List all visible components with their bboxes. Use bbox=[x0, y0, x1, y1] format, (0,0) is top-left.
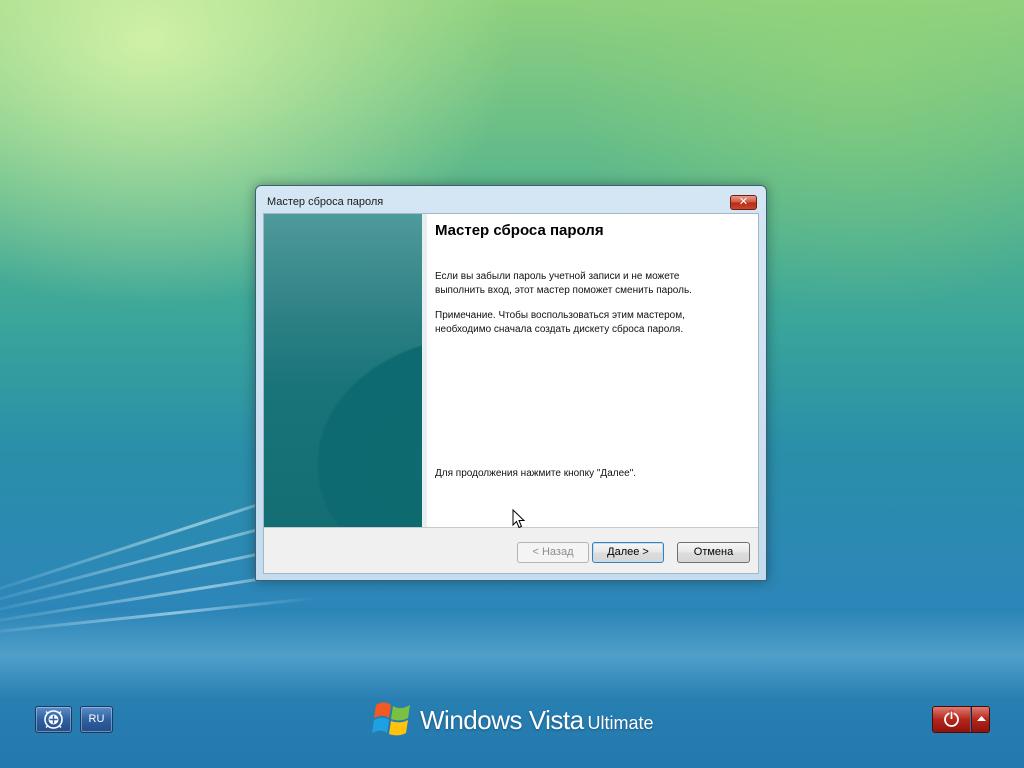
wizard-side-banner bbox=[264, 214, 422, 527]
chevron-up-icon bbox=[977, 716, 986, 721]
continue-text: Для продолжения нажмите кнопку "Далее". bbox=[435, 467, 755, 481]
intro-line: Если вы забыли пароль учетной записи и н… bbox=[435, 271, 680, 282]
language-button[interactable]: RU bbox=[80, 706, 113, 733]
wizard-heading: Мастер сброса пароля bbox=[435, 222, 604, 239]
next-button[interactable]: Далее > bbox=[592, 542, 664, 563]
wizard-content: Мастер сброса пароля Если вы забыли паро… bbox=[422, 214, 758, 527]
footer-separator bbox=[264, 527, 758, 528]
logo-brand: Windows Vista bbox=[420, 705, 584, 735]
power-icon bbox=[944, 710, 959, 727]
note-text: Примечание. Чтобы воспользоваться этим м… bbox=[435, 309, 755, 337]
background-glow-band bbox=[0, 610, 1024, 700]
continue-line: Для продолжения нажмите кнопку "Далее". bbox=[435, 468, 637, 479]
password-reset-wizard-dialog: Мастер сброса пароля ✕ Мастер сброса пар… bbox=[255, 185, 767, 581]
cancel-button[interactable]: Отмена bbox=[677, 542, 750, 563]
back-button[interactable]: < Назад bbox=[517, 542, 589, 563]
intro-text: Если вы забыли пароль учетной записи и н… bbox=[435, 270, 755, 298]
shutdown-button[interactable] bbox=[933, 707, 970, 732]
dialog-titlebar[interactable]: Мастер сброса пароля ✕ bbox=[256, 186, 766, 212]
logo-edition: Ultimate bbox=[587, 713, 654, 733]
note-line: необходимо сначала создать дискету сброс… bbox=[435, 324, 684, 335]
shutdown-options-button[interactable] bbox=[971, 707, 989, 732]
dialog-title: Мастер сброса пароля bbox=[267, 196, 384, 208]
power-button-group bbox=[932, 706, 990, 733]
close-button[interactable]: ✕ bbox=[730, 195, 757, 210]
note-line: Примечание. Чтобы воспользоваться этим м… bbox=[435, 310, 685, 321]
intro-line: выполнить вход, этот мастер поможет смен… bbox=[435, 285, 692, 296]
dialog-client-area: Мастер сброса пароля Если вы забыли паро… bbox=[263, 213, 759, 574]
windows-vista-logo: Windows Vista Ultimate bbox=[370, 697, 654, 743]
logo-text: Windows Vista Ultimate bbox=[420, 705, 654, 736]
ease-of-access-button[interactable] bbox=[35, 706, 72, 733]
mouse-pointer-icon bbox=[512, 509, 526, 529]
close-icon: ✕ bbox=[738, 195, 749, 208]
windows-flag-icon bbox=[372, 702, 410, 736]
ease-of-access-icon bbox=[44, 710, 63, 729]
